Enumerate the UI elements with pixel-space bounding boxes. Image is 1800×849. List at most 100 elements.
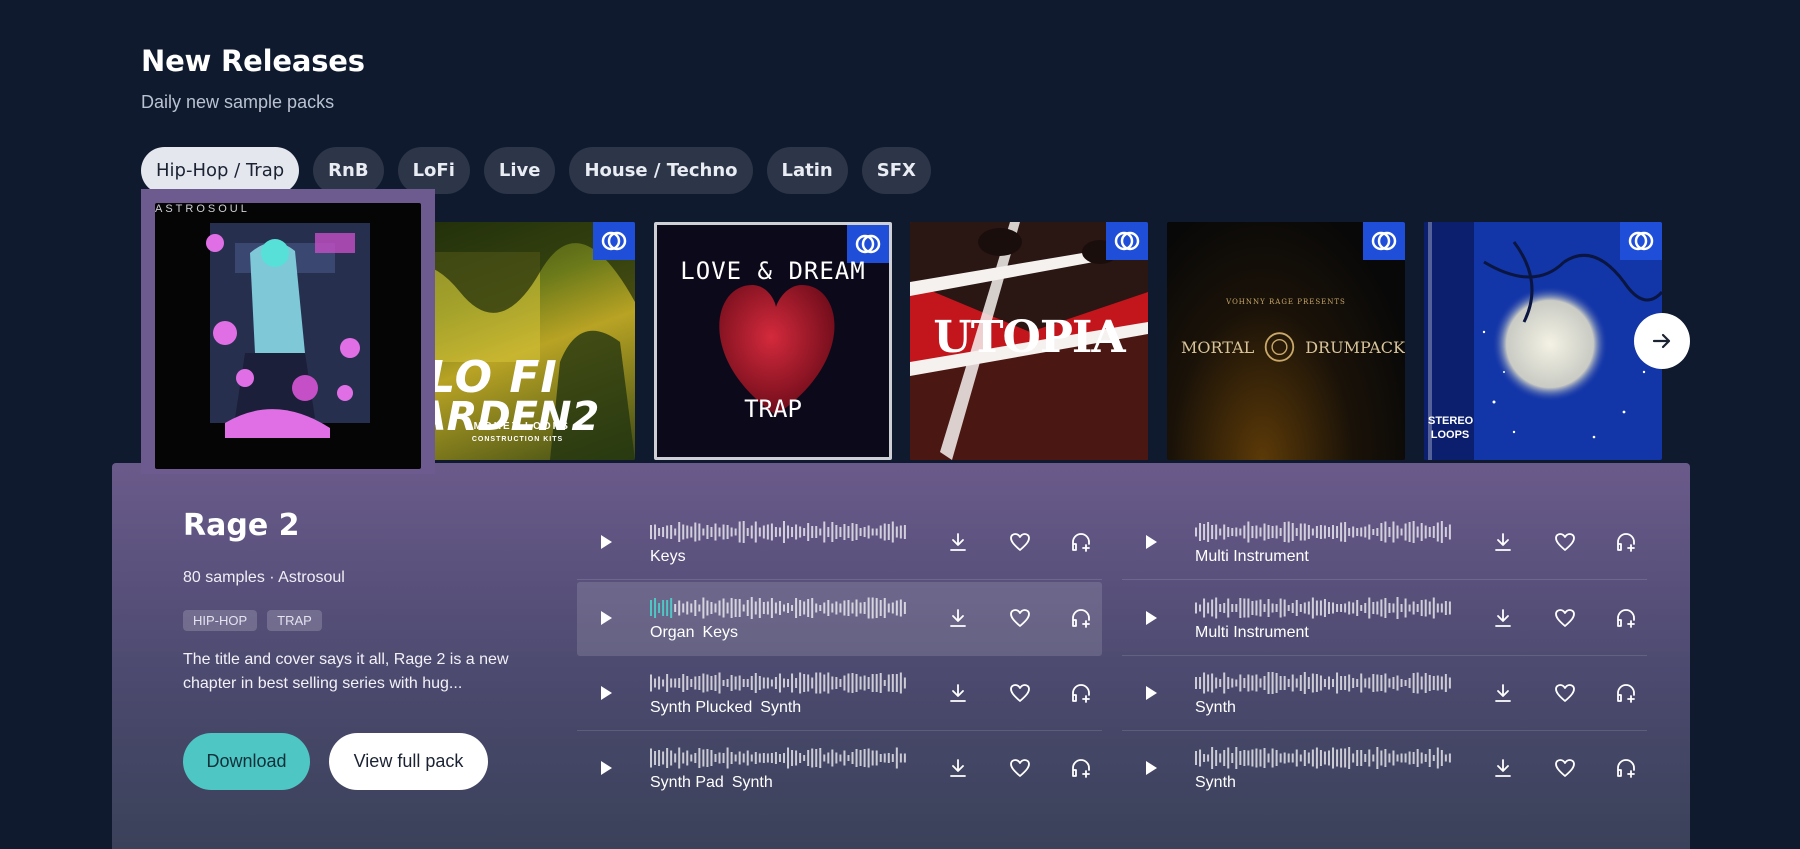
heart-icon[interactable] [1008, 681, 1032, 705]
waveform-bar [694, 676, 697, 690]
sample-tag: Synth [731, 774, 773, 791]
waveform[interactable] [1195, 746, 1453, 770]
headphones-plus-icon[interactable] [1614, 756, 1638, 780]
carousel-next-button[interactable] [1634, 313, 1690, 369]
heart-icon[interactable] [1553, 606, 1577, 630]
sample-label: Keys [650, 548, 686, 566]
headphones-plus-icon[interactable] [1069, 530, 1093, 554]
download-icon[interactable] [946, 606, 970, 630]
play-icon[interactable] [599, 760, 613, 776]
waveform-bar [658, 528, 661, 536]
download-icon[interactable] [1491, 530, 1515, 554]
waveform-bar [1364, 754, 1367, 762]
view-full-pack-button[interactable]: View full pack [329, 733, 488, 790]
waveform-bar [1368, 749, 1371, 767]
waveform-bar [1299, 675, 1302, 691]
waveform-bar [1356, 528, 1359, 536]
sample-row[interactable]: Synth Pad Synth [577, 732, 1102, 806]
sample-row[interactable]: Synth Plucked Synth [577, 657, 1102, 731]
headphones-plus-icon[interactable] [1614, 681, 1638, 705]
waveform-bar [722, 753, 725, 763]
waveform-bar [1223, 750, 1226, 766]
play-icon[interactable] [1144, 534, 1158, 550]
heart-icon[interactable] [1008, 530, 1032, 554]
waveform-bar [799, 753, 802, 763]
pack-cover-mortal-drumpack[interactable]: VOHNNY RAGE PRESENTS MORTAL DRUMPACK [1167, 222, 1405, 460]
sample-name: Synth [1195, 699, 1236, 716]
play-icon[interactable] [1144, 760, 1158, 776]
pack-cover-stereo-loops[interactable]: STEREO LOOPS [1424, 222, 1662, 460]
waveform-bar [738, 521, 741, 543]
heart-icon[interactable] [1008, 606, 1032, 630]
heart-icon[interactable] [1008, 756, 1032, 780]
waveform-bar [1408, 522, 1411, 542]
download-icon[interactable] [1491, 681, 1515, 705]
waveform-bar [1287, 521, 1290, 543]
waveform-bar [1255, 674, 1258, 692]
play-icon[interactable] [599, 685, 613, 701]
heart-icon[interactable] [1553, 681, 1577, 705]
heart-icon[interactable] [1553, 530, 1577, 554]
headphones-plus-icon[interactable] [1069, 681, 1093, 705]
download-button[interactable]: Download [183, 733, 310, 790]
waveform-bar [1235, 527, 1238, 537]
download-icon[interactable] [946, 530, 970, 554]
waveform-bar [782, 521, 785, 543]
waveform-bar [1235, 679, 1238, 687]
sample-row[interactable]: Multi Instrument [1122, 506, 1647, 580]
waveform-bar [1404, 598, 1407, 618]
waveform-bar [1299, 754, 1302, 762]
waveform-bar [1352, 753, 1355, 763]
waveform[interactable] [650, 596, 908, 620]
download-icon[interactable] [1491, 606, 1515, 630]
waveform-bar [1340, 748, 1343, 768]
waveform-bar [714, 675, 717, 691]
tag-trap[interactable]: TRAP [267, 610, 322, 631]
sample-row[interactable]: Synth [1122, 657, 1647, 731]
headphones-plus-icon[interactable] [1614, 530, 1638, 554]
sample-row[interactable]: Synth [1122, 732, 1647, 806]
waveform-bar [1356, 750, 1359, 766]
tag-hip-hop[interactable]: HIP-HOP [183, 610, 258, 631]
play-icon[interactable] [1144, 610, 1158, 626]
headphones-plus-icon[interactable] [1069, 756, 1093, 780]
waveform-bar [682, 752, 685, 764]
waveform-bar [811, 748, 814, 768]
headphones-plus-icon[interactable] [1614, 606, 1638, 630]
waveform[interactable] [650, 671, 908, 695]
play-icon[interactable] [599, 534, 613, 550]
waveform-bar [1372, 754, 1375, 762]
waveform-bar [694, 522, 697, 542]
waveform-bar [702, 528, 705, 536]
waveform[interactable] [650, 520, 908, 544]
waveform-bar [827, 672, 830, 694]
waveform-bar [1420, 752, 1423, 764]
waveform-bar [762, 602, 765, 614]
waveform[interactable] [1195, 671, 1453, 695]
waveform-bar [654, 598, 657, 618]
ring-logo-icon [593, 222, 635, 260]
download-icon[interactable] [946, 756, 970, 780]
download-icon[interactable] [946, 681, 970, 705]
waveform-bar [1255, 600, 1258, 616]
pack-cover-love-dream[interactable]: LOVE & DREAM TRAP [654, 222, 892, 460]
waveform[interactable] [650, 746, 908, 770]
heart-icon[interactable] [1553, 756, 1577, 780]
play-icon[interactable] [599, 610, 613, 626]
sample-row[interactable]: Multi Instrument [1122, 582, 1647, 656]
waveform-bar [702, 673, 705, 693]
pack-cover-rage-2[interactable]: ASTROSOUL [155, 203, 421, 469]
waveform-bar [1195, 602, 1197, 614]
pack-cover-utopia[interactable]: UTOPIA [910, 222, 1148, 460]
waveform[interactable] [1195, 520, 1453, 544]
play-icon[interactable] [1144, 685, 1158, 701]
sample-row[interactable]: Keys [577, 506, 1102, 580]
waveform-bar [734, 528, 737, 536]
download-icon[interactable] [1491, 756, 1515, 780]
headphones-plus-icon[interactable] [1069, 606, 1093, 630]
waveform-bar [678, 678, 681, 688]
waveform-bar [843, 675, 846, 691]
sample-row[interactable]: Organ Keys [577, 582, 1102, 656]
waveform[interactable] [1195, 596, 1453, 620]
waveform-bar [666, 600, 669, 616]
